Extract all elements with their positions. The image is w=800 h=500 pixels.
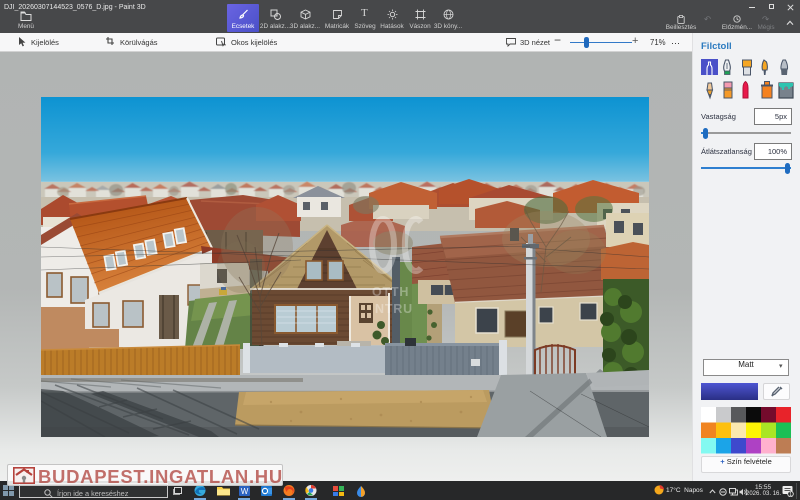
svg-text:W: W — [241, 487, 249, 496]
svg-text:OTTH: OTTH — [372, 285, 409, 299]
svg-text:NTRU: NTRU — [375, 302, 413, 316]
svg-text:1: 1 — [789, 492, 792, 497]
